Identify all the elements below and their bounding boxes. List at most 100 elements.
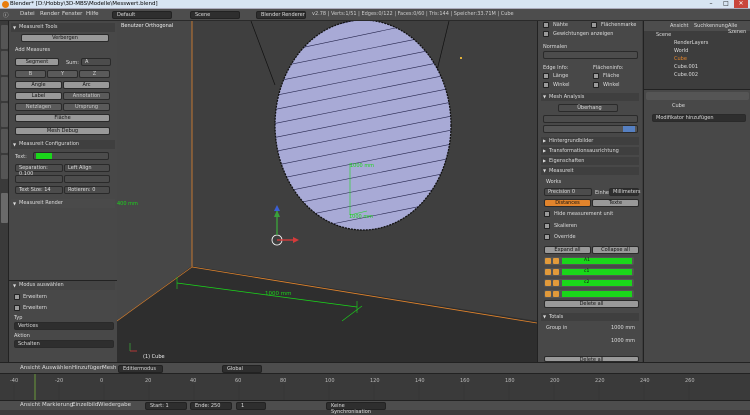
tl-view-menu[interactable]: Ansicht: [20, 402, 40, 408]
scale-checkbox[interactable]: [544, 223, 550, 229]
delete-all-button[interactable]: Delete all: [544, 300, 639, 308]
outliner-item-selected[interactable]: Cube: [674, 56, 687, 62]
tab-tools[interactable]: [1, 25, 8, 49]
expand-all-button[interactable]: Expand all: [544, 246, 591, 254]
mesh-analysis-header[interactable]: Mesh Analysis: [541, 93, 639, 101]
hide-unit-checkbox[interactable]: [544, 211, 550, 217]
length-checkbox[interactable]: [543, 73, 549, 79]
add-menu[interactable]: Hinzufügen: [72, 365, 103, 371]
menu-fenster[interactable]: Fenster: [62, 11, 82, 17]
analysis-axis-row[interactable]: [543, 125, 638, 133]
tab-create[interactable]: [1, 51, 8, 75]
background-images-header[interactable]: Hintergrundbilder: [541, 137, 639, 145]
annotation-button[interactable]: Annotation: [63, 92, 110, 100]
tab-measureit[interactable]: [1, 193, 8, 223]
editor-type-icon[interactable]: ⓘ: [3, 11, 9, 19]
units-select[interactable]: Millimeters: [609, 188, 641, 196]
properties-header[interactable]: Eigenschaften: [541, 157, 639, 165]
analysis-type-select[interactable]: Überhang: [558, 104, 618, 112]
menu-render[interactable]: Render: [40, 11, 60, 17]
tab-physics[interactable]: [1, 129, 8, 153]
timeline[interactable]: -40 -20 0 20 40 60 80 100 120 140 160 180 200 220 240 2…: [0, 373, 750, 401]
axis-z-button[interactable]: Z: [79, 70, 110, 78]
properties-tabs[interactable]: [646, 92, 749, 100]
label-button[interactable]: Label: [15, 92, 62, 100]
outliner-item[interactable]: Scene: [656, 32, 671, 38]
end-frame-field[interactable]: Ende: 250: [190, 402, 232, 410]
operator-header[interactable]: Modus auswählen: [11, 281, 115, 290]
extend-checkbox[interactable]: [14, 294, 20, 300]
menu-hilfe[interactable]: Hilfe: [86, 11, 99, 17]
arc-button[interactable]: Arc: [63, 81, 110, 89]
measure-row-name[interactable]: c1: [562, 269, 632, 275]
angle2-checkbox[interactable]: [593, 82, 599, 88]
layout-selector[interactable]: Default: [112, 11, 172, 19]
measureit-header[interactable]: Measureit: [541, 167, 639, 175]
measure-row[interactable]: [544, 290, 634, 298]
face-marks-checkbox[interactable]: [591, 22, 597, 28]
transform-orientation-header[interactable]: Transformationsausrichtung: [541, 147, 639, 155]
angle-button[interactable]: Angle: [15, 81, 62, 89]
distances-button[interactable]: Distances: [544, 199, 591, 207]
area-checkbox[interactable]: [593, 73, 599, 79]
text-color-field[interactable]: [33, 152, 109, 160]
weights-checkbox[interactable]: [543, 31, 549, 37]
view-menu[interactable]: Ansicht: [20, 365, 40, 371]
texts-button[interactable]: Texte: [592, 199, 639, 207]
hide-measures-button[interactable]: Verbergen: [21, 34, 109, 42]
mesh-debug-button[interactable]: Mesh Debug: [15, 127, 110, 135]
precision-field[interactable]: Precision 0: [544, 188, 592, 196]
render-engine-select[interactable]: Blender Renderer: [256, 11, 306, 19]
tab-grease[interactable]: [1, 155, 8, 179]
measureit-render-header[interactable]: Measureit Render: [11, 199, 115, 208]
measure-row[interactable]: A1: [544, 257, 634, 265]
collapse-all-button[interactable]: Collapse all: [592, 246, 639, 254]
rotation-field[interactable]: Rotieren: 0: [64, 186, 110, 194]
select-menu[interactable]: Auswählen: [42, 365, 72, 371]
outliner-item[interactable]: RenderLayers: [674, 40, 708, 46]
current-frame-field[interactable]: 1: [236, 402, 266, 410]
measureit-config-header[interactable]: Measureit Configuration: [11, 140, 115, 149]
measure-row[interactable]: c2: [544, 279, 634, 287]
measure-row[interactable]: c1: [544, 268, 634, 276]
outliner-item[interactable]: Cube.001: [674, 64, 698, 70]
outliner-item[interactable]: Cube.002: [674, 72, 698, 78]
outliner-scenes-tab[interactable]: Alle Szenen: [728, 23, 750, 35]
minimize-button[interactable]: –: [704, 0, 718, 8]
axis-x-button[interactable]: B: [15, 70, 46, 78]
segment-button[interactable]: Segment: [15, 58, 59, 66]
angle-checkbox[interactable]: [543, 82, 549, 88]
sync-select[interactable]: Keine Synchronisation: [326, 402, 386, 415]
outliner-view-tab[interactable]: Ansicht: [670, 23, 688, 29]
tab-animation[interactable]: [1, 103, 8, 127]
analysis-range[interactable]: [543, 115, 638, 123]
measure-row-name[interactable]: c2: [562, 280, 632, 286]
align-select[interactable]: Left Align: [64, 164, 110, 172]
type-select[interactable]: Vertices: [14, 322, 114, 330]
mesh-link-button[interactable]: Netzlagen: [15, 103, 62, 111]
override-checkbox[interactable]: [544, 234, 550, 240]
separation-field[interactable]: Separation: 0.100: [15, 164, 63, 177]
seams-checkbox[interactable]: [543, 22, 549, 28]
measure-row-name[interactable]: A1: [562, 258, 632, 264]
mesh-menu[interactable]: Mesh: [102, 365, 116, 371]
origin-link-button[interactable]: Ursprung: [63, 103, 110, 111]
add-modifier-select[interactable]: Modifikator hinzufügen: [652, 114, 746, 122]
action-select[interactable]: Schalten: [14, 340, 114, 348]
font-field[interactable]: [15, 175, 63, 183]
3d-viewport[interactable]: Benutzer Orthogonal 1000 mm 1000 mm 1000…: [117, 21, 537, 362]
measureit-tools-header[interactable]: Measureit Tools: [11, 23, 115, 32]
axis-y-button[interactable]: Y: [47, 70, 78, 78]
totals-header[interactable]: Totals: [541, 313, 639, 321]
sum-select[interactable]: A: [81, 58, 111, 66]
mode-select[interactable]: Editiermodus: [118, 365, 163, 373]
tab-relations[interactable]: [1, 77, 8, 101]
outliner-item[interactable]: World: [674, 48, 688, 54]
maximize-button[interactable]: □: [719, 0, 733, 8]
extend2-checkbox[interactable]: [14, 305, 20, 311]
area-button[interactable]: Fläche: [15, 114, 110, 122]
scene-selector[interactable]: Scene: [190, 11, 240, 19]
tl-playback-menu[interactable]: Wiedergabe: [98, 402, 131, 408]
close-button[interactable]: ✕: [734, 0, 748, 8]
orientation-select[interactable]: Global: [222, 365, 262, 373]
